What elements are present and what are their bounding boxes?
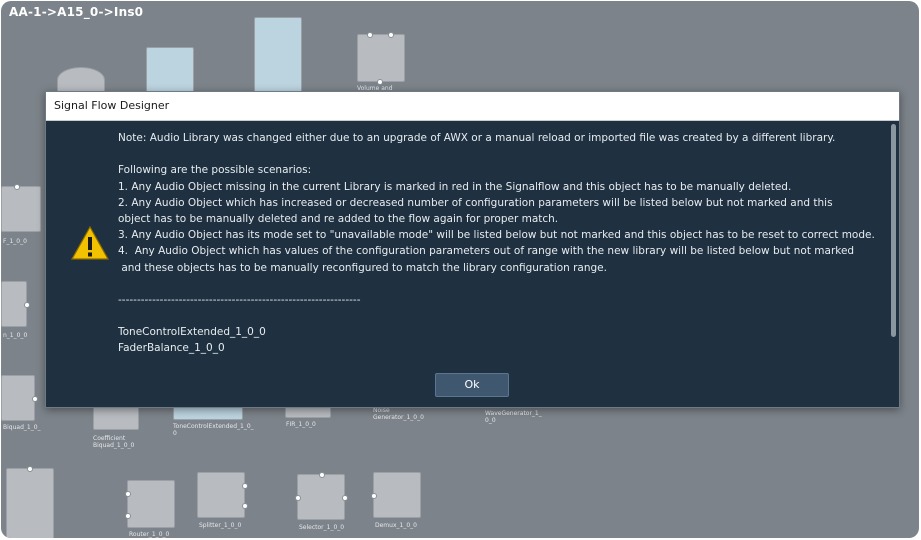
- block-label: FIR_1_0_0: [286, 421, 316, 428]
- input-pin[interactable]: [125, 491, 131, 497]
- audio-object-block[interactable]: [6, 466, 54, 538]
- block-label: Demux_1_0_0: [375, 522, 417, 529]
- separator-line: ----------------------------------------…: [118, 357, 888, 362]
- breadcrumb-path: AA-1->A15_0->Ins0: [9, 5, 144, 19]
- message-line: Note: Audio Library was changed either d…: [118, 132, 836, 144]
- output-pin[interactable]: [32, 396, 38, 402]
- block-label: Noise Generator_1_0_0: [373, 407, 424, 421]
- input-pin[interactable]: [125, 513, 131, 519]
- audio-object-block[interactable]: [254, 17, 302, 93]
- warning-triangle-icon: [70, 225, 110, 260]
- audio-object-block[interactable]: [1, 375, 38, 421]
- block-label: WaveGenerator_1_ 0_0: [485, 410, 542, 424]
- dialog-title: Signal Flow Designer: [54, 99, 170, 112]
- message-line: [118, 308, 888, 324]
- audio-object-block[interactable]: [57, 67, 105, 93]
- audio-object-block[interactable]: [295, 472, 348, 520]
- audio-object-block[interactable]: [197, 472, 248, 518]
- message-line: 3. Any Audio Object has its mode set to …: [118, 229, 875, 242]
- block-label: Biquad_1_0_: [3, 424, 41, 431]
- audio-object-block[interactable]: [1, 281, 30, 327]
- separator-line: ----------------------------------------…: [118, 293, 361, 306]
- input-pin[interactable]: [14, 184, 20, 190]
- affected-object-item: ToneControlExtended_1_0_0: [118, 326, 266, 339]
- audio-object-block[interactable]: [125, 480, 175, 528]
- message-line: [118, 276, 888, 292]
- output-pin[interactable]: [342, 495, 348, 501]
- message-line: Following are the possible scenarios:: [118, 164, 312, 177]
- input-pin[interactable]: [319, 472, 325, 478]
- block-label: ToneControlExtended_1_0_ 0: [173, 423, 254, 437]
- input-pin[interactable]: [371, 493, 377, 499]
- message-scrollbar[interactable]: [891, 124, 896, 337]
- message-line: object has to be manually deleted and re…: [118, 212, 559, 225]
- block-label: Router_1_0_0: [129, 531, 170, 538]
- audio-object-block[interactable]: [357, 32, 405, 85]
- message-line: 2. Any Audio Object which has increased …: [118, 196, 833, 209]
- output-pin[interactable]: [242, 503, 248, 509]
- audio-object-block[interactable]: [371, 472, 421, 518]
- output-pin[interactable]: [242, 483, 248, 489]
- signal-flow-designer-dialog: Signal Flow Designer Note: Audio Library…: [45, 91, 900, 408]
- message-line: 1. Any Audio Object missing in the curre…: [118, 180, 792, 193]
- block-label: n_1_0_0: [3, 332, 28, 339]
- audio-object-block[interactable]: [1, 184, 41, 232]
- message-line: and these objects has to be manually rec…: [118, 261, 607, 274]
- input-pin[interactable]: [388, 32, 394, 38]
- dialog-message: Note: Audio Library was changed either d…: [118, 130, 888, 362]
- affected-object-item: FaderBalance_1_0_0: [118, 342, 225, 355]
- input-pin[interactable]: [367, 32, 373, 38]
- output-pin[interactable]: [24, 302, 30, 308]
- audio-object-block[interactable]: [93, 406, 139, 430]
- message-line: 4. Any Audio Object which has values of …: [118, 245, 855, 258]
- ok-button[interactable]: Ok: [435, 373, 509, 397]
- block-label: Coefficient Biquad_1_0_0: [93, 435, 135, 449]
- input-pin[interactable]: [27, 466, 33, 472]
- block-label: Selector_1_0_0: [299, 524, 345, 531]
- block-label: F_1_0_0: [3, 238, 27, 245]
- input-pin[interactable]: [295, 495, 301, 501]
- dialog-titlebar[interactable]: Signal Flow Designer: [46, 92, 899, 121]
- message-line: [118, 146, 888, 162]
- audio-object-block[interactable]: [146, 47, 194, 93]
- audio-object-block[interactable]: [173, 406, 243, 420]
- block-label: Splitter_1_0_0: [199, 522, 242, 529]
